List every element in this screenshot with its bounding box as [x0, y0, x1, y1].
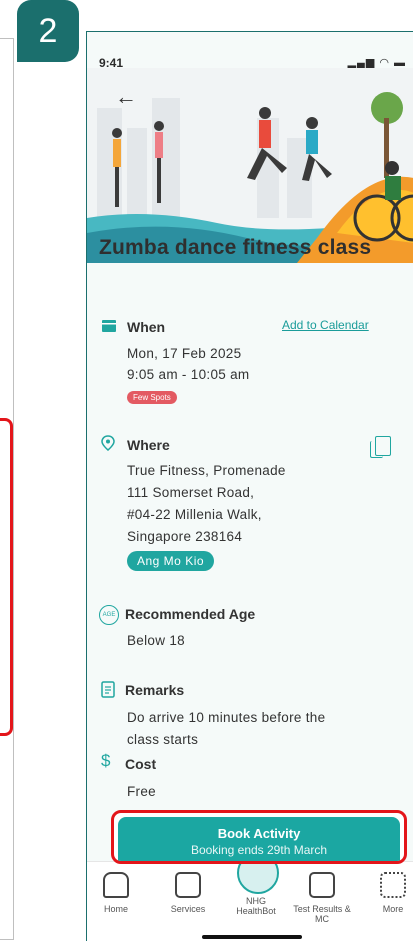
nav-services[interactable]: Services: [158, 872, 218, 914]
address-line-3: #04-22 Millenia Walk,: [127, 507, 262, 522]
when-label: When: [127, 319, 166, 335]
event-time: 9:05 am - 10:05 am: [127, 367, 250, 382]
clipboard-icon: [309, 872, 335, 898]
document-icon: [101, 681, 115, 698]
previous-highlight-box: [0, 418, 13, 736]
home-icon: [103, 872, 129, 898]
area-badge: Ang Mo Kio: [127, 551, 215, 571]
cost-value: Free: [127, 784, 156, 799]
grid-icon: [380, 872, 406, 898]
back-arrow-icon[interactable]: ←: [115, 84, 137, 110]
add-to-calendar-link[interactable]: Add to Calendar: [282, 318, 369, 332]
age-icon: AGE: [99, 605, 119, 625]
calendar-icon: [102, 320, 116, 332]
status-bar: 9:41 ▂▄▆ ◠ ▬: [87, 32, 413, 70]
nav-more-label: More: [382, 904, 404, 914]
book-activity-highlight: Book Activity Booking ends 29th March: [111, 810, 407, 864]
remarks-label: Remarks: [125, 682, 185, 698]
remarks-line-2: class starts: [127, 732, 199, 747]
event-date: Mon, 17 Feb 2025: [127, 346, 242, 361]
nav-home-label: Home: [103, 904, 128, 914]
address-line-2: 111 Somerset Road,: [127, 485, 255, 500]
phone-screen: 9:41 ▂▄▆ ◠ ▬ ← Zumba dance fitness class…: [86, 31, 413, 941]
cost-label: Cost: [125, 756, 157, 772]
nav-healthbot[interactable]: NHG HealthBot: [226, 896, 286, 916]
remarks-line-1: Do arrive 10 minutes before the: [127, 710, 326, 725]
few-spots-badge: Few Spots: [127, 391, 177, 404]
book-activity-label: Book Activity: [217, 826, 301, 841]
dollar-icon: $: [101, 751, 111, 770]
copy-icon[interactable]: [370, 436, 391, 458]
where-label: Where: [127, 437, 170, 453]
step-badge: 2: [17, 0, 79, 62]
nav-test-results-label: Test Results & MC: [293, 904, 351, 924]
address-line-1: True Fitness, Promenade: [127, 463, 286, 478]
nav-more[interactable]: More: [367, 872, 413, 914]
book-activity-button[interactable]: Book Activity Booking ends 29th March: [118, 817, 400, 861]
location-pin-icon: [101, 435, 115, 451]
nav-test-results[interactable]: Test Results & MC: [292, 872, 352, 924]
address-line-4: Singapore 238164: [127, 529, 243, 544]
services-calendar-icon: [175, 872, 201, 898]
home-indicator: [202, 935, 302, 939]
nav-services-label: Services: [170, 904, 206, 914]
bottom-navigation: Home Services NHG HealthBot Test Results…: [87, 852, 413, 941]
nav-healthbot-label: NHG HealthBot: [236, 896, 276, 916]
nav-home[interactable]: Home: [87, 872, 146, 914]
recommended-age-value: Below 18: [127, 633, 185, 648]
booking-ends-text: Booking ends 29th March: [190, 843, 328, 857]
recommended-age-label: Recommended Age: [125, 606, 256, 622]
activity-title: Zumba dance fitness class: [99, 236, 372, 259]
